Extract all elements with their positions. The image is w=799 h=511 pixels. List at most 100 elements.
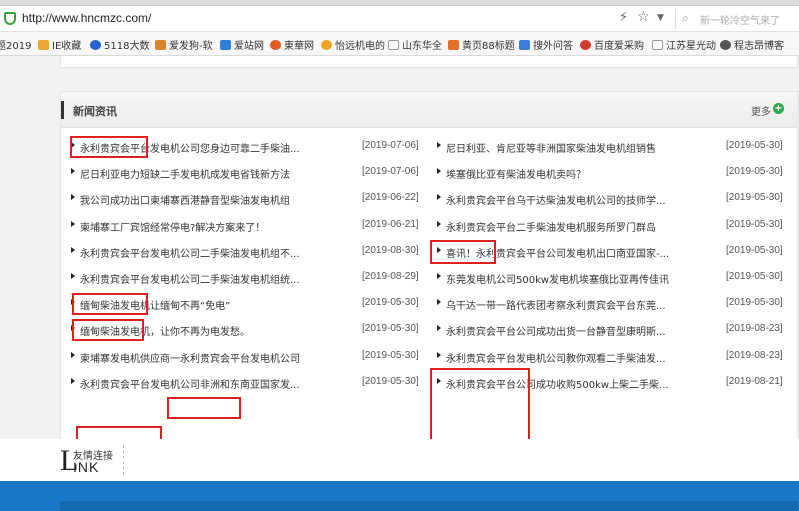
bookmark-item[interactable]: 搜外问答 [519, 37, 573, 52]
bullet-icon [437, 220, 441, 227]
news-item-date: [2019-08-23] [726, 349, 783, 361]
bookmark-item[interactable]: 江苏星光动 [652, 37, 716, 52]
news-item[interactable]: 永利贵宾会平台发电机公司教你观看二手柴油发... [2019-08-23] [435, 344, 783, 370]
bullet-icon [71, 377, 75, 384]
footer-inner [60, 501, 798, 511]
bullet-icon [437, 299, 441, 306]
bullet-icon [71, 299, 75, 306]
bookmark-item[interactable]: 山东华全 [388, 37, 442, 52]
bullet-icon [71, 246, 75, 253]
news-item-title[interactable]: 柬埔寨工厂宾馆经常停电?解决方案来了！ [80, 219, 350, 234]
search-icon: ⌕ [682, 11, 689, 25]
url-text[interactable]: http://www.hncmzc.com/ [22, 11, 151, 25]
news-item-title[interactable]: 缅甸柴油发电机让缅甸不再“免电” [80, 297, 350, 312]
news-item-title[interactable]: 永利贵宾会平台发电机公司非洲和东南亚国家发... [80, 376, 350, 391]
bullet-icon [71, 325, 75, 332]
avatar-icon [720, 40, 731, 50]
news-item[interactable]: 尼日利亚电力短缺二手发电机成发电省钱新方法 [2019-07-06] [69, 160, 419, 186]
news-item-title[interactable]: 东莞发电机公司500kw发电机埃塞俄比亚再传佳讯 [446, 271, 716, 286]
address-bar[interactable]: http://www.hncmzc.com/ ⚡ ☆ ▼ ⌕ 新一轮冷空气来了 [0, 6, 799, 32]
bookmark-icon [270, 40, 281, 50]
bookmark-item[interactable]: 5118大数 [90, 37, 149, 52]
bookmark-item[interactable]: 程志昂博客 [720, 37, 784, 52]
news-item-title[interactable]: 永利贵宾会平台发电机公司教你观看二手柴油发... [446, 350, 716, 365]
news-item[interactable]: 喜讯！永利贵宾会平台公司发电机出口南亚国家-... [2019-05-30] [435, 239, 783, 265]
bookmark-item[interactable]: 爱站网 [220, 37, 264, 52]
news-item-date: [2019-05-30] [726, 270, 783, 282]
bullet-icon [437, 351, 441, 358]
news-item[interactable]: 我公司成功出口柬埔寨西港静音型柴油发电机组 [2019-06-22] [69, 186, 419, 212]
news-item-title[interactable]: 永利贵宾会平台发电机公司您身边可靠二手柴油... [80, 140, 350, 155]
news-item[interactable]: 永利贵宾会平台发电机公司二手柴油发电机组不... [2019-08-30] [69, 239, 419, 265]
news-list-right: 尼日利亚、肯尼亚等非洲国家柴油发电机组销售 [2019-05-30] 埃塞俄比亚有… [435, 134, 783, 396]
bookmark-item[interactable]: 百度爱采购 [580, 37, 644, 52]
bullet-icon [71, 168, 75, 175]
news-item[interactable]: 柬埔寨发电机供应商一永利贵宾会平台发电机公司 [2019-05-30] [69, 344, 419, 370]
search-placeholder: 新一轮冷空气来了 [700, 16, 780, 27]
chevron-down-icon[interactable]: ▼ [657, 13, 664, 23]
news-item-title[interactable]: 永利贵宾会平台公司成功出货一台静音型康明斯... [446, 323, 716, 338]
news-item[interactable]: 缅甸柴油发电机，让你不再为电发愁。 [2019-05-30] [69, 317, 419, 343]
news-item[interactable]: 尼日利亚、肯尼亚等非洲国家柴油发电机组销售 [2019-05-30] [435, 134, 783, 160]
star-icon[interactable]: ☆ [637, 9, 650, 25]
bullet-icon [437, 325, 441, 332]
news-item-title[interactable]: 我公司成功出口柬埔寨西港静音型柴油发电机组 [80, 192, 350, 207]
friend-links: L 友情连接 INK [0, 439, 799, 481]
news-item[interactable]: 埃塞俄比亚有柴油发电机卖吗？ [2019-05-30] [435, 160, 783, 186]
news-item[interactable]: 东莞发电机公司500kw发电机埃塞俄比亚再传佳讯 [2019-05-30] [435, 265, 783, 291]
news-item[interactable]: 永利贵宾会平台发电机公司非洲和东南亚国家发... [2019-05-30] [69, 370, 419, 396]
highlight-box [167, 397, 241, 419]
bullet-icon [71, 194, 75, 201]
news-item-title[interactable]: 柬埔寨发电机供应商一永利贵宾会平台发电机公司 [80, 350, 350, 365]
news-item[interactable]: 永利贵宾会平台乌干达柴油发电机公司的技师学... [2019-05-30] [435, 186, 783, 212]
news-item-title[interactable]: 埃塞俄比亚有柴油发电机卖吗？ [446, 166, 716, 181]
news-item-title[interactable]: 尼日利亚、肯尼亚等非洲国家柴油发电机组销售 [446, 140, 716, 155]
news-list-left: 永利贵宾会平台发电机公司您身边可靠二手柴油... [2019-07-06] 尼日利… [69, 134, 419, 396]
bullet-icon [437, 142, 441, 148]
news-item-date: [2019-08-21] [726, 375, 783, 387]
news-item[interactable]: 柬埔寨工厂宾馆经常停电?解决方案来了！ [2019-06-21] [69, 213, 419, 239]
bookmark-item[interactable]: 黄页88标题 [448, 37, 515, 52]
news-item[interactable]: 永利贵宾会平台二手柴油发电机服务所罗门群岛 [2019-05-30] [435, 213, 783, 239]
lightning-icon[interactable]: ⚡ [619, 10, 628, 25]
news-item-title[interactable]: 尼日利亚电力短缺二手发电机成发电省钱新方法 [80, 166, 350, 181]
news-item-date: [2019-05-30] [362, 375, 419, 387]
bookmark-item[interactable]: 怡远机电的 [321, 37, 385, 52]
news-item-title[interactable]: 永利贵宾会平台二手柴油发电机服务所罗门群岛 [446, 219, 716, 234]
plus-icon[interactable]: + [773, 103, 784, 114]
bookmark-item[interactable]: IE收藏 [38, 37, 81, 52]
news-item-title[interactable]: 乌干达一带一路代表团考察永利贵宾会平台东莞... [446, 297, 716, 312]
bullet-icon [437, 246, 441, 253]
news-item[interactable]: 永利贵宾会平台公司成功收购500kw上柴二手柴... [2019-08-21] [435, 370, 783, 396]
news-item-title[interactable]: 永利贵宾会平台发电机公司二手柴油发电机组不... [80, 245, 350, 260]
page-content: 新闻资讯 更多 + 永利贵宾会平台发电机公司您身边可靠二手柴油... [2019-… [0, 56, 799, 511]
title-accent [61, 101, 64, 119]
news-item[interactable]: 乌干达一带一路代表团考察永利贵宾会平台东莞... [2019-05-30] [435, 291, 783, 317]
news-item-title[interactable]: 永利贵宾会平台发电机公司二手柴油发电机组统... [80, 271, 350, 286]
bookmark-item[interactable]: 爱发狗-软 [155, 37, 213, 52]
news-item-title[interactable]: 永利贵宾会平台乌干达柴油发电机公司的技师学... [446, 192, 716, 207]
bookmark-item[interactable]: 東華网 [270, 37, 314, 52]
news-item-date: [2019-08-30] [362, 244, 419, 256]
news-item-date: [2019-05-30] [726, 244, 783, 256]
upper-card [60, 56, 798, 68]
news-item-title[interactable]: 喜讯！永利贵宾会平台公司发电机出口南亚国家-... [446, 245, 716, 260]
news-item-date: [2019-07-06] [362, 166, 419, 178]
news-item[interactable]: 永利贵宾会平台发电机公司二手柴油发电机组统... [2019-08-29] [69, 265, 419, 291]
news-item-title[interactable]: 永利贵宾会平台公司成功收购500kw上柴二手柴... [446, 376, 716, 391]
search-box[interactable]: ⌕ 新一轮冷空气来了 [675, 9, 799, 29]
shield-icon [4, 12, 16, 25]
news-item[interactable]: 永利贵宾会平台公司成功出货一台静音型康明斯... [2019-08-23] [435, 317, 783, 343]
bookmark-icon [448, 40, 459, 50]
bookmark-item[interactable]: 题2019 [0, 37, 31, 52]
bullet-icon [71, 272, 75, 279]
folder-icon [38, 40, 49, 50]
more-link[interactable]: 更多 [751, 103, 771, 118]
news-item[interactable]: 永利贵宾会平台发电机公司您身边可靠二手柴油... [2019-07-06] [69, 134, 419, 160]
news-item-date: [2019-05-30] [362, 323, 419, 335]
bullet-icon [437, 377, 441, 384]
bookmarks-bar: 题2019 IE收藏 5118大数 爱发狗-软 爱站网 東華网 怡远机电的 山东… [0, 32, 799, 56]
news-item-title[interactable]: 缅甸柴油发电机，让你不再为电发愁。 [80, 323, 350, 338]
bullet-icon [71, 351, 75, 358]
news-item[interactable]: 缅甸柴油发电机让缅甸不再“免电” [2019-05-30] [69, 291, 419, 317]
